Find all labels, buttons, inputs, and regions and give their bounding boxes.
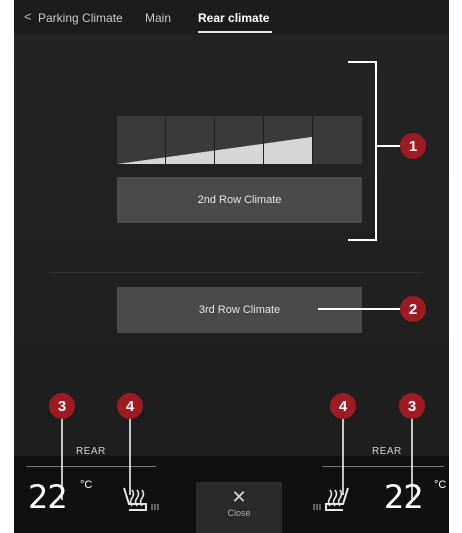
callout-lines — [61, 61, 413, 500]
callout-marker: 1 — [400, 133, 426, 159]
callout-marker: 2 — [400, 296, 426, 322]
callout-marker: 3 — [49, 393, 75, 419]
callout-marker: 4 — [330, 393, 356, 419]
callout-marker: 3 — [399, 393, 425, 419]
callout-marker: 4 — [117, 393, 143, 419]
